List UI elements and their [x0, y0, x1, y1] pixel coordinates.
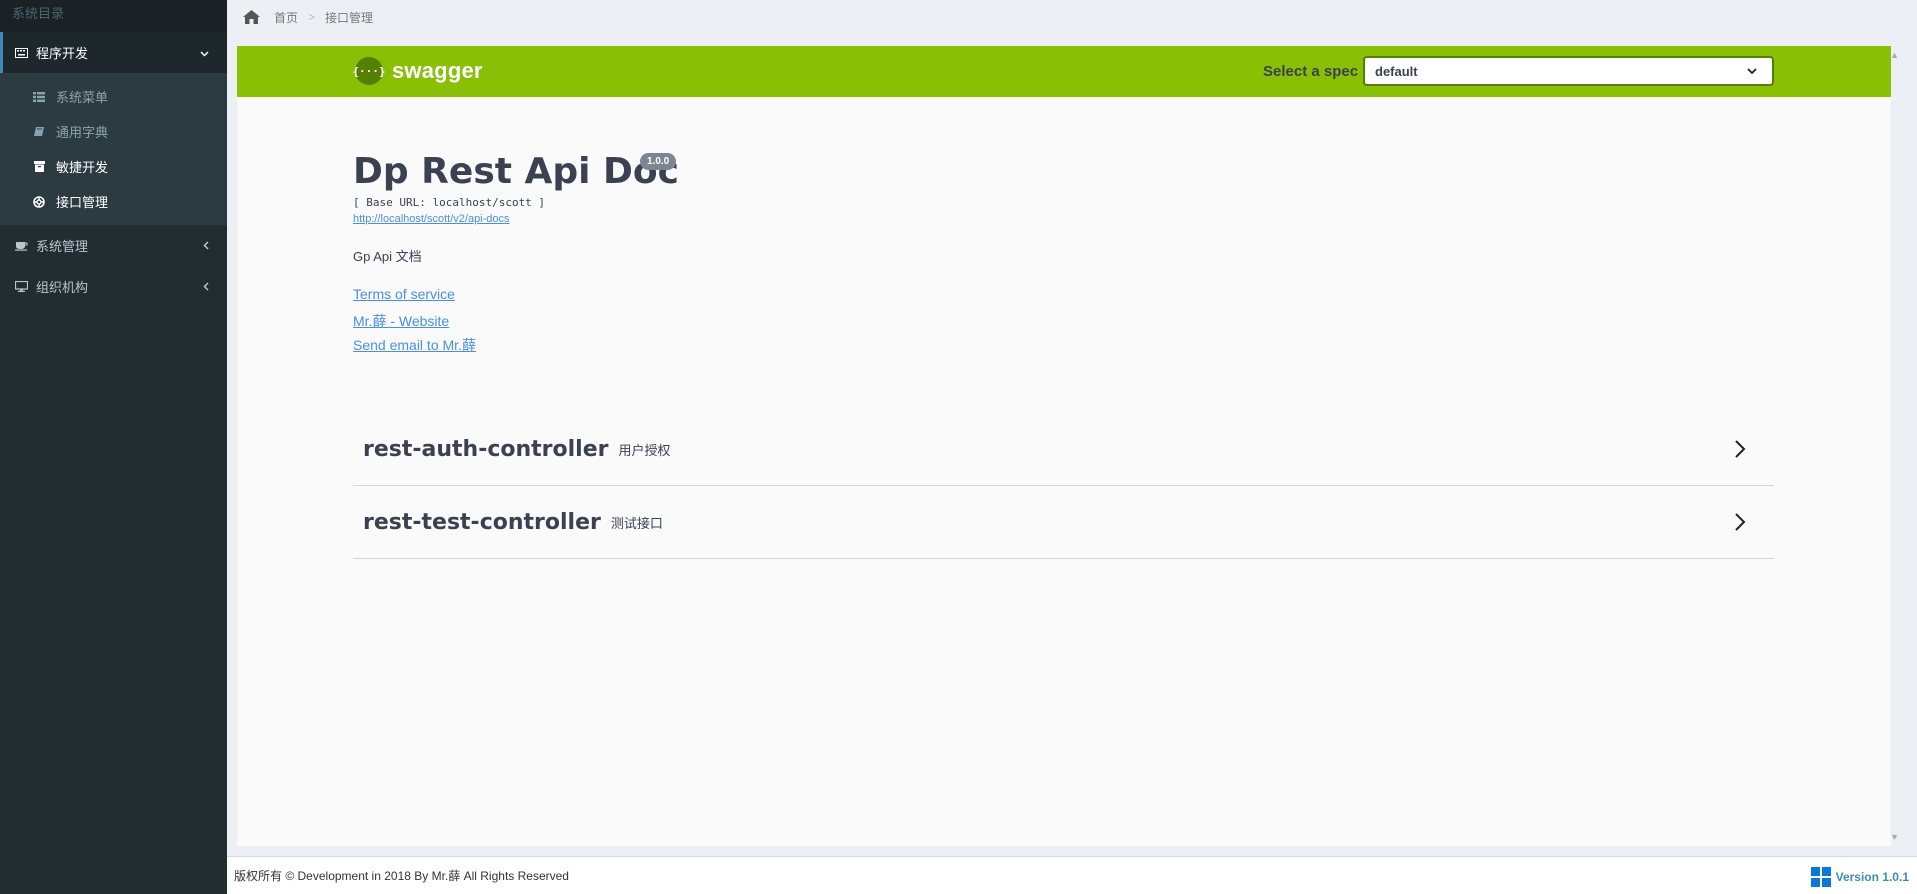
sidebar-item-dictionary[interactable]: 通用字典: [0, 114, 227, 149]
tag-section[interactable]: rest-test-controller 测试接口: [353, 486, 1774, 559]
api-info: Dp Rest Api Doc 1.0.0 [ Base URL: localh…: [353, 151, 1773, 355]
footer-version: Version 1.0.1: [1810, 867, 1909, 887]
sidebar-item-label: 接口管理: [56, 195, 109, 210]
api-title: Dp Rest Api Doc: [353, 151, 679, 192]
chevron-right-icon: [1734, 512, 1746, 537]
book-icon: [32, 126, 46, 137]
breadcrumb-home[interactable]: 首页: [274, 9, 298, 26]
chevron-down-icon: [1746, 65, 1758, 80]
email-link[interactable]: Send email to Mr.薛: [353, 335, 1773, 355]
tag-description: 测试接口: [610, 515, 663, 531]
version-badge: 1.0.0: [640, 153, 677, 170]
swagger-logo-icon: {···}: [352, 57, 386, 85]
box-icon: [32, 161, 46, 172]
breadcrumb-separator: >: [308, 10, 316, 24]
base-url: [ Base URL: localhost/scott ]: [353, 196, 546, 209]
sidebar-group-label: 系统管理: [36, 239, 89, 254]
swagger-frame: {···} swagger Select a spec default Dp R…: [237, 46, 1891, 846]
breadcrumb-current: 接口管理: [325, 10, 374, 25]
website-link[interactable]: Mr.薛 - Website: [353, 311, 1773, 331]
spec-select-value: default: [1375, 63, 1418, 79]
breadcrumb: 首页 > 接口管理: [227, 0, 1917, 34]
sidebar-item-agile[interactable]: 敏捷开发: [0, 149, 227, 184]
sidebar-item-api[interactable]: 接口管理: [0, 184, 227, 219]
chevron-down-icon: [200, 46, 209, 60]
sidebar-item-menu[interactable]: 系统菜单: [0, 79, 227, 114]
footer: 版权所有 © Development in 2018 By Mr.薛 All R…: [227, 856, 1917, 894]
tag-name: rest-test-controller: [363, 509, 601, 535]
sidebar-submenu-dev: 系统菜单 通用字典 敏捷开发 接口管理: [0, 73, 227, 225]
chevron-right-icon: [1734, 439, 1746, 464]
footer-copyright: 版权所有 © Development in 2018 By Mr.薛 All R…: [234, 869, 569, 883]
list-icon: [32, 91, 46, 102]
coffee-icon: [14, 239, 28, 253]
tag-list: rest-auth-controller 用户授权 rest-test-cont…: [353, 413, 1774, 559]
sidebar: 系统目录 程序开发 系统菜单 通用字典 敏捷开发 接口管理 系统管理 组织机构: [0, 0, 227, 894]
sidebar-group-org[interactable]: 组织机构: [0, 266, 227, 307]
scroll-up-arrow[interactable]: ▲: [1890, 50, 1899, 60]
sidebar-item-label: 敏捷开发: [56, 160, 109, 175]
sidebar-item-label: 通用字典: [56, 125, 109, 140]
lifebuoy-icon: [32, 195, 46, 208]
sidebar-item-label: 系统菜单: [56, 90, 109, 105]
tag-section[interactable]: rest-auth-controller 用户授权: [353, 413, 1774, 486]
swagger-logo-text: swagger: [392, 58, 483, 83]
sidebar-group-label: 程序开发: [36, 46, 89, 61]
spec-select[interactable]: default: [1363, 56, 1774, 86]
terms-link[interactable]: Terms of service: [353, 286, 1773, 302]
tag-description: 用户授权: [618, 442, 671, 458]
api-docs-link[interactable]: http://localhost/scott/v2/api-docs: [353, 213, 1773, 225]
sidebar-group-label: 组织机构: [36, 280, 89, 295]
chevron-left-icon: [203, 280, 209, 294]
windows-icon: [1810, 867, 1831, 887]
chevron-left-icon: [203, 239, 209, 253]
api-description: Gp Api 文档: [353, 249, 422, 264]
keyboard-icon: [14, 46, 28, 60]
home-icon[interactable]: [243, 10, 260, 24]
desktop-icon: [14, 280, 28, 294]
swagger-logo[interactable]: {···} swagger: [352, 57, 483, 85]
version-label: Version 1.0.1: [1835, 870, 1909, 884]
scroll-down-arrow[interactable]: ▼: [1890, 832, 1899, 842]
tag-name: rest-auth-controller: [363, 436, 609, 462]
sidebar-group-dev[interactable]: 程序开发: [0, 32, 227, 73]
swagger-topbar: {···} swagger Select a spec default: [237, 46, 1891, 97]
sidebar-header: 系统目录: [0, 0, 227, 32]
sidebar-group-system[interactable]: 系统管理: [0, 225, 227, 266]
spec-label: Select a spec: [1263, 63, 1359, 80]
